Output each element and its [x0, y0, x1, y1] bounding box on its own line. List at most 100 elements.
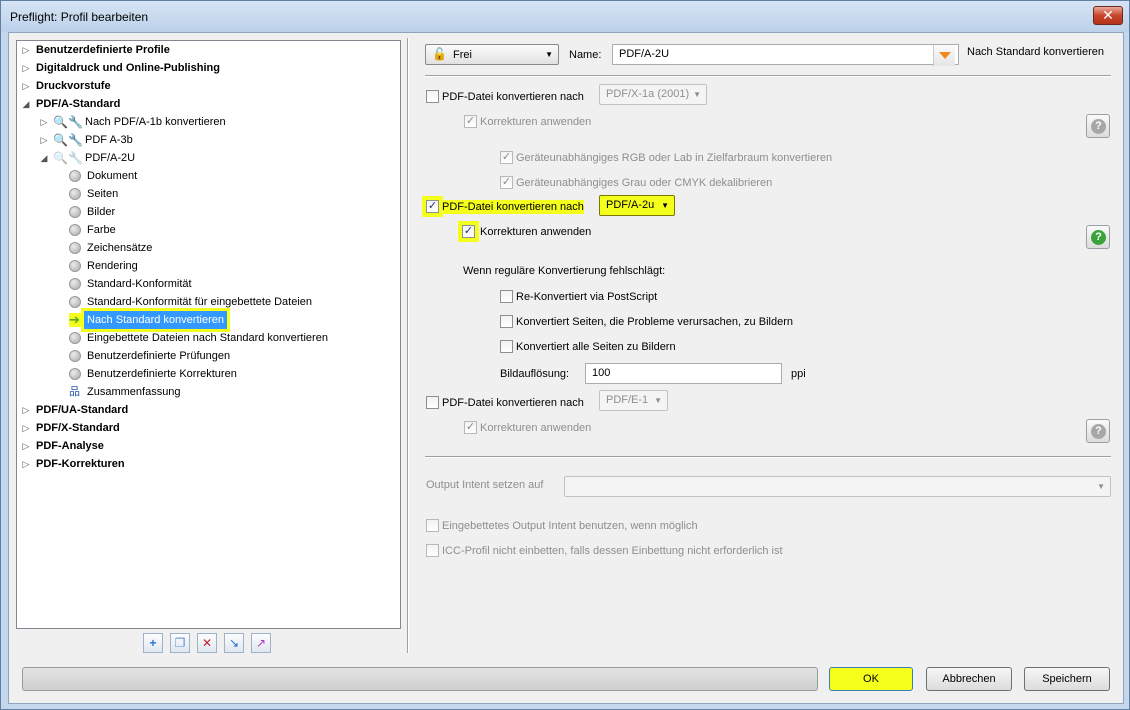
tree-section-label-selected: Nach Standard konvertieren	[81, 308, 230, 332]
tree-section-label: Benutzerdefinierte Prüfungen	[87, 350, 231, 362]
separator	[425, 456, 1111, 458]
wrench-icon: 🔧	[68, 133, 83, 147]
output-intent-label: Output Intent setzen auf	[426, 479, 544, 491]
collapsed-icon[interactable]: ▷	[21, 59, 31, 77]
all-pages-checkbox[interactable]	[500, 340, 513, 353]
chevron-down-icon: ▼	[1097, 482, 1105, 491]
tree-category-label: PDF/UA-Standard	[36, 404, 129, 416]
tree-profile-label: Nach PDF/A-1b konvertieren	[85, 116, 226, 128]
pdfe-corrections-label: Korrekturen anwenden	[480, 422, 592, 434]
tree-category-label: PDF-Korrekturen	[36, 458, 125, 470]
collapsed-icon[interactable]: ▷	[21, 401, 31, 419]
pdfe-help-button[interactable]: ?	[1086, 419, 1110, 443]
duplicate-icon[interactable]: ❐	[170, 633, 190, 653]
status-circle-icon	[69, 206, 81, 218]
gray-decalibrate-checkbox[interactable]: ✓	[500, 176, 513, 189]
postscript-label: Re-Konvertiert via PostScript	[516, 291, 658, 303]
fallback-heading: Wenn reguläre Konvertierung fehlschlägt:	[463, 265, 666, 277]
output-intent-dropdown[interactable]: ▼	[564, 476, 1111, 497]
progress-bar	[22, 667, 818, 691]
dialog-window: Preflight: Profil bearbeiten ✕ ▷ Benutze…	[0, 0, 1130, 710]
pdfa-corrections-checkbox[interactable]: ✓	[458, 221, 479, 242]
collapsed-icon[interactable]: ▷	[21, 77, 31, 95]
tree-category-label: Druckvorstufe	[36, 80, 111, 92]
help-icon: ?	[1091, 424, 1106, 439]
expanded-icon[interactable]: ◢	[39, 149, 49, 167]
pdfx-corrections-label: Korrekturen anwenden	[480, 116, 592, 128]
embedded-intent-label: Eingebettetes Output Intent benutzen, we…	[442, 520, 698, 532]
lock-icon: 🔓	[432, 47, 447, 61]
pdfx-convert-label: PDF-Datei konvertieren nach	[442, 91, 584, 103]
tree-category-label: PDF-Analyse	[36, 440, 104, 452]
status-circle-icon	[69, 188, 81, 200]
icc-noembed-checkbox[interactable]	[426, 544, 439, 557]
name-input[interactable]: PDF/A-2U	[612, 44, 959, 65]
collapsed-icon[interactable]: ▷	[39, 131, 49, 149]
resolution-input[interactable]: 100	[585, 363, 782, 384]
import-icon[interactable]: ↘	[224, 633, 244, 653]
collapsed-icon[interactable]: ▷	[21, 455, 31, 473]
lock-dropdown[interactable]: 🔓 Frei ▼	[425, 44, 559, 65]
panel-divider[interactable]	[407, 38, 409, 653]
ok-button[interactable]: OK	[829, 667, 913, 691]
add-icon[interactable]: +	[143, 633, 163, 653]
name-label: Name:	[569, 49, 602, 61]
expanded-icon[interactable]: ◢	[21, 95, 31, 113]
pdfa-corrections-label: Korrekturen anwenden	[480, 226, 592, 238]
pdfa-convert-checkbox[interactable]: ✓	[422, 196, 443, 217]
cancel-button[interactable]: Abbrechen	[926, 667, 1012, 691]
arrow-right-icon: ➔	[69, 313, 83, 327]
chevron-down-icon: ▼	[545, 50, 553, 59]
pdfa-help-button[interactable]: ?	[1086, 225, 1110, 249]
rgb-convert-checkbox[interactable]: ✓	[500, 151, 513, 164]
pdfx-dropdown-value: PDF/X-1a (2001)	[606, 88, 690, 100]
icc-noembed-label: ICC-Profil nicht einbetten, falls dessen…	[442, 545, 783, 557]
chevron-down-icon: ▼	[693, 90, 701, 99]
wrench-icon: 🔧	[68, 115, 83, 129]
chevron-down-icon: ▼	[661, 201, 669, 210]
status-circle-icon	[69, 332, 81, 344]
gray-decalibrate-label: Geräteunabhängiges Grau oder CMYK dekali…	[516, 177, 773, 189]
magnifier-icon: 🔍	[53, 133, 68, 147]
profile-tree[interactable]: ▷ Benutzerdefinierte Profile ▷ Digitaldr…	[16, 40, 401, 629]
tree-section-label: Standard-Konformität für eingebettete Da…	[87, 296, 313, 308]
pdfa-standard-dropdown[interactable]: PDF/A-2u ▼	[599, 195, 675, 216]
pdfe-convert-checkbox[interactable]	[426, 396, 439, 409]
section-title: Nach Standard konvertieren	[967, 46, 1104, 58]
tree-section-label: Dokument	[87, 170, 138, 182]
pdfx-corrections-checkbox[interactable]: ✓	[464, 115, 477, 128]
lock-dropdown-value: Frei	[453, 49, 472, 61]
status-circle-icon	[69, 224, 81, 236]
status-circle-icon	[69, 350, 81, 362]
resolution-value: 100	[592, 367, 611, 379]
pdfe-convert-label: PDF-Datei konvertieren nach	[442, 397, 584, 409]
help-icon: ?	[1091, 230, 1106, 245]
tree-section-label: Rendering	[87, 260, 138, 272]
export-icon[interactable]: ↗	[251, 633, 271, 653]
postscript-checkbox[interactable]	[500, 290, 513, 303]
delete-icon[interactable]: ✕	[197, 633, 217, 653]
pdfe-standard-dropdown[interactable]: PDF/E-1 ▼	[599, 390, 668, 411]
embedded-intent-checkbox[interactable]	[426, 519, 439, 532]
pdfe-dropdown-value: PDF/E-1	[606, 394, 649, 406]
collapsed-icon[interactable]: ▷	[21, 437, 31, 455]
collapsed-icon[interactable]: ▷	[39, 113, 49, 131]
tree-category-label: PDF/A-Standard	[36, 98, 121, 110]
magnifier-icon: 🔍	[53, 115, 68, 129]
name-options-button[interactable]	[933, 45, 955, 66]
collapsed-icon[interactable]: ▷	[21, 41, 31, 59]
pdfe-corrections-checkbox[interactable]: ✓	[464, 421, 477, 434]
window-title: Preflight: Profil bearbeiten	[10, 10, 149, 24]
wrench-icon: 🔧	[68, 151, 83, 165]
save-button[interactable]: Speichern	[1024, 667, 1110, 691]
tree-category-label: PDF/X-Standard	[36, 422, 120, 434]
pdfa-dropdown-value: PDF/A-2u	[606, 199, 655, 211]
collapsed-icon[interactable]: ▷	[21, 419, 31, 437]
pdfx-help-button[interactable]: ?	[1086, 114, 1110, 138]
pdfx-convert-checkbox[interactable]	[426, 90, 439, 103]
problem-pages-checkbox[interactable]	[500, 315, 513, 328]
close-button[interactable]: ✕	[1093, 6, 1123, 25]
pdfx-standard-dropdown[interactable]: PDF/X-1a (2001) ▼	[599, 84, 707, 105]
magnifier-icon: 🔍	[53, 151, 68, 165]
problem-pages-label: Konvertiert Seiten, die Probleme verursa…	[516, 316, 793, 328]
